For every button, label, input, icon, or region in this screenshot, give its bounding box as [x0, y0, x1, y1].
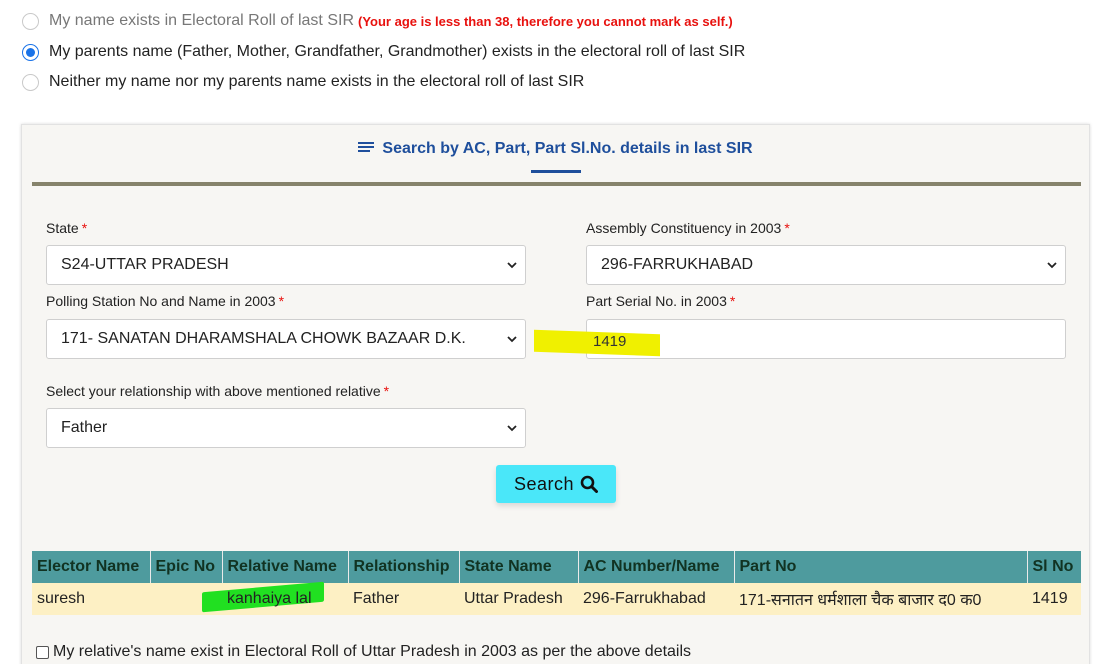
state-label: State * — [46, 220, 88, 236]
search-panel: Search by AC, Part, Part Sl.No. details … — [21, 124, 1090, 664]
chevron-down-icon — [507, 425, 517, 432]
state-name-cell: Uttar Pradesh — [459, 583, 578, 615]
relationship-cell: Father — [348, 583, 459, 615]
search-button[interactable]: Search — [496, 465, 616, 503]
elector-name-cell: suresh — [32, 583, 150, 615]
tab-search-by-ac[interactable]: Search by AC, Part, Part Sl.No. details … — [22, 140, 1089, 158]
column-header: Part No — [734, 551, 1028, 583]
column-header: Epic No — [150, 551, 223, 583]
state-select[interactable]: S24-UTTAR PRADESH — [46, 245, 526, 285]
option-own-name-label: My name exists in Electoral Roll of last… — [49, 12, 354, 29]
confirm-checkbox[interactable] — [36, 645, 49, 659]
option-own-name[interactable]: My name exists in Electoral Roll of last… — [22, 12, 733, 30]
column-header: AC Number/Name — [578, 551, 735, 583]
relative-name-cell: kanhaiya lal — [202, 581, 348, 615]
table-row: suresh kanhaiya lal Father Uttar Pradesh… — [32, 581, 1081, 615]
column-header: Relationship — [348, 551, 460, 583]
active-tab-indicator — [531, 170, 581, 173]
relationship-select-value: Father — [61, 419, 108, 436]
polling-station-select-value: 171- SANATAN DHARAMSHALA CHOWK BAZAAR D.… — [61, 330, 466, 347]
relationship-select[interactable]: Father — [46, 408, 526, 448]
chevron-down-icon — [507, 336, 517, 343]
polling-station-select[interactable]: 171- SANATAN DHARAMSHALA CHOWK BAZAAR D.… — [46, 319, 526, 359]
search-button-label: Search — [513, 473, 575, 494]
magnifier-icon — [580, 475, 599, 493]
chevron-down-icon — [1047, 262, 1057, 269]
option-neither[interactable]: Neither my name nor my parents name exis… — [22, 73, 584, 91]
polling-station-label: Polling Station No and Name in 2003 * — [46, 293, 285, 309]
column-header: State Name — [459, 551, 579, 583]
part-serial-label: Part Serial No. in 2003 * — [586, 293, 736, 309]
confirm-row[interactable]: My relative's name exist in Electoral Ro… — [36, 643, 691, 661]
radio-own-name[interactable] — [22, 12, 39, 30]
state-select-value: S24-UTTAR PRADESH — [61, 256, 229, 273]
option-neither-label: Neither my name nor my parents name exis… — [49, 73, 585, 90]
assembly-label: Assembly Constituency in 2003 * — [586, 220, 790, 236]
relative-name-text: kanhaiya lal — [227, 590, 312, 607]
column-header: Elector Name — [32, 551, 151, 583]
radio-neither[interactable] — [22, 73, 39, 91]
radio-parents-name[interactable] — [22, 43, 39, 61]
age-warning: (Your age is less than 38, therefore you… — [358, 13, 733, 29]
confirm-label: My relative's name exist in Electoral Ro… — [53, 643, 692, 660]
assembly-select[interactable]: 296-FARRUKHABAD — [586, 245, 1066, 285]
option-parents-name-label: My parents name (Father, Mother, Grandfa… — [49, 43, 746, 60]
option-parents-name[interactable]: My parents name (Father, Mother, Grandfa… — [22, 43, 745, 61]
column-header: Relative Name — [222, 551, 349, 583]
part-serial-value: 1419 — [593, 333, 627, 350]
results-table: Elector Name Epic No Relative Name Relat… — [32, 551, 1081, 615]
relationship-label: Select your relationship with above ment… — [46, 383, 390, 399]
assembly-select-value: 296-FARRUKHABAD — [601, 256, 754, 273]
ac-cell: 296-Farrukhabad — [578, 583, 734, 615]
tab-title-text: Search by AC, Part, Part Sl.No. details … — [382, 140, 753, 158]
sl-no-cell: 1419 — [1027, 583, 1081, 615]
tab-divider — [32, 182, 1081, 186]
column-header: Sl No — [1027, 551, 1081, 583]
part-no-cell: 171-सनातन धर्मशाला चैक बाजार द0 क0 — [734, 583, 1027, 615]
chevron-down-icon — [507, 262, 517, 269]
results-header-row: Elector Name Epic No Relative Name Relat… — [32, 551, 1081, 583]
menu-lines-icon — [358, 140, 375, 158]
